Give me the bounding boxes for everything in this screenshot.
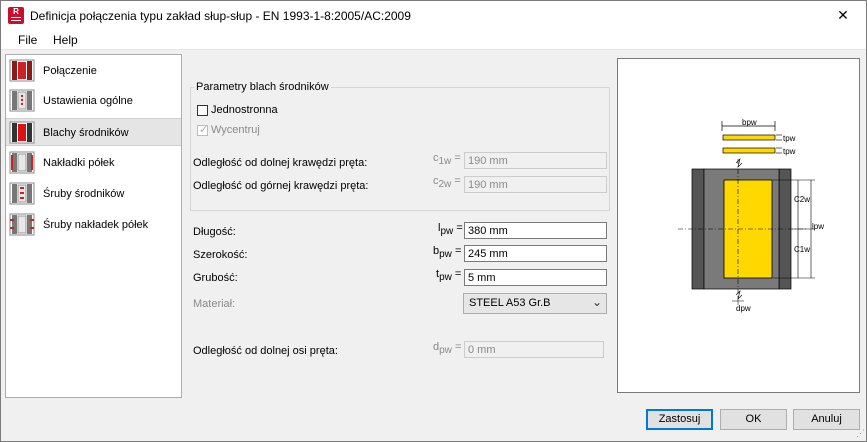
cancel-button[interactable]: Anuluj	[793, 409, 860, 430]
c1w-dim-label: C1w	[794, 245, 810, 254]
nav-label-flange-covers: Nakładki półek	[43, 157, 115, 169]
tpw-dim-label-2: tpw	[783, 147, 796, 156]
material-value: STEEL A53 Gr.B	[469, 297, 551, 309]
web-bolts-icon	[9, 182, 35, 205]
dpw-dim-label: dpw	[736, 304, 751, 313]
app-icon-letter: R	[13, 7, 19, 16]
flange-covers-icon	[9, 151, 35, 174]
checkmark-icon: ✓	[199, 124, 209, 136]
connection-preview: bpw tpw tpw C2w C1w lpw dpw	[617, 58, 860, 393]
menu-help[interactable]: Help	[53, 33, 78, 47]
length-input[interactable]: 380 mm	[464, 222, 607, 239]
c2w-dim-label: C2w	[794, 195, 810, 204]
close-button[interactable]: ✕	[820, 1, 866, 30]
group-title: Parametry blach środników	[194, 81, 331, 93]
one-sided-checkbox[interactable]	[197, 105, 208, 116]
dpw-input[interactable]: 0 mm	[464, 341, 604, 358]
c2w-symbol: c2w =	[433, 175, 461, 190]
dist-bottom-edge-label: Odległość od dolnej krawędzi pręta:	[193, 157, 368, 169]
dist-top-edge-label: Odległość od górnej krawędzi pręta:	[193, 180, 369, 192]
tpw-symbol: tpw =	[436, 268, 462, 283]
nav-label-general-settings: Ustawienia ogólne	[43, 95, 133, 107]
tpw-dim-label-1: tpw	[783, 134, 796, 143]
one-sided-label: Jednostronna	[211, 104, 278, 116]
web-plates-icon	[9, 121, 35, 144]
general-settings-icon	[9, 89, 35, 112]
dpw-symbol: dpw =	[433, 341, 462, 356]
nav-label-web-bolts: Śruby środników	[43, 188, 125, 200]
section-nav-list: Połączenie Ustawienia ogólne Blachy środ…	[5, 54, 182, 398]
nav-item-flange-covers[interactable]: Nakładki półek	[6, 149, 181, 177]
nav-item-connection[interactable]: Połączenie	[6, 57, 181, 85]
nav-item-flange-cover-bolts[interactable]: Śruby nakładek półek	[6, 211, 181, 239]
nav-item-general-settings[interactable]: Ustawienia ogólne	[6, 87, 181, 115]
dist-bottom-axis-label: Odległość od dolnej osi pręta:	[193, 345, 338, 357]
nav-label-web-plates: Blachy środników	[43, 127, 129, 139]
top-plate-1	[722, 134, 776, 141]
nav-item-web-bolts[interactable]: Śruby środników	[6, 180, 181, 208]
title-bar: R Definicja połączenia typu zakład słup-…	[1, 1, 866, 30]
web-plate-diagram: bpw tpw tpw C2w C1w lpw dpw	[678, 118, 824, 313]
robot-app-icon: R	[8, 7, 24, 24]
nav-label-flange-cover-bolts: Śruby nakładek półek	[43, 219, 149, 231]
nav-label-connection: Połączenie	[43, 65, 97, 77]
top-plate-2	[722, 147, 776, 154]
width-input[interactable]: 245 mm	[464, 245, 607, 262]
center-checkbox[interactable]: ✓	[197, 124, 209, 136]
apply-button[interactable]: Zastosuj	[646, 409, 713, 430]
nav-item-web-plates[interactable]: Blachy środników	[6, 118, 181, 146]
window-title: Definicja połączenia typu zakład słup-sł…	[30, 9, 411, 23]
ok-button[interactable]: OK	[720, 409, 787, 430]
bpw-dim-label: bpw	[742, 118, 757, 127]
c1w-symbol: c1w =	[433, 152, 461, 167]
material-select[interactable]: STEEL A53 Gr.B ⌄	[463, 293, 607, 314]
c1w-input[interactable]: 190 mm	[464, 152, 607, 169]
menu-bar: File Help	[1, 30, 866, 50]
connection-icon	[9, 59, 35, 82]
dialog-window: R Definicja połączenia typu zakład słup-…	[0, 0, 867, 442]
flange-cover-bolts-icon	[9, 213, 35, 236]
bpw-symbol: bpw =	[433, 245, 462, 260]
thickness-label: Grubość:	[193, 272, 238, 284]
material-label: Materiał:	[193, 298, 236, 310]
thickness-input[interactable]: 5 mm	[464, 269, 607, 286]
c2w-input[interactable]: 190 mm	[464, 176, 607, 193]
menu-file[interactable]: File	[18, 33, 37, 47]
width-label: Szerokość:	[193, 249, 248, 261]
lpw-dim-label: lpw	[812, 222, 824, 231]
center-label: Wycentruj	[211, 124, 260, 136]
lpw-symbol: lpw =	[438, 222, 463, 237]
length-label: Długość:	[193, 226, 236, 238]
chevron-down-icon: ⌄	[591, 295, 602, 309]
resize-grip-icon[interactable]: ⋰	[856, 428, 865, 439]
